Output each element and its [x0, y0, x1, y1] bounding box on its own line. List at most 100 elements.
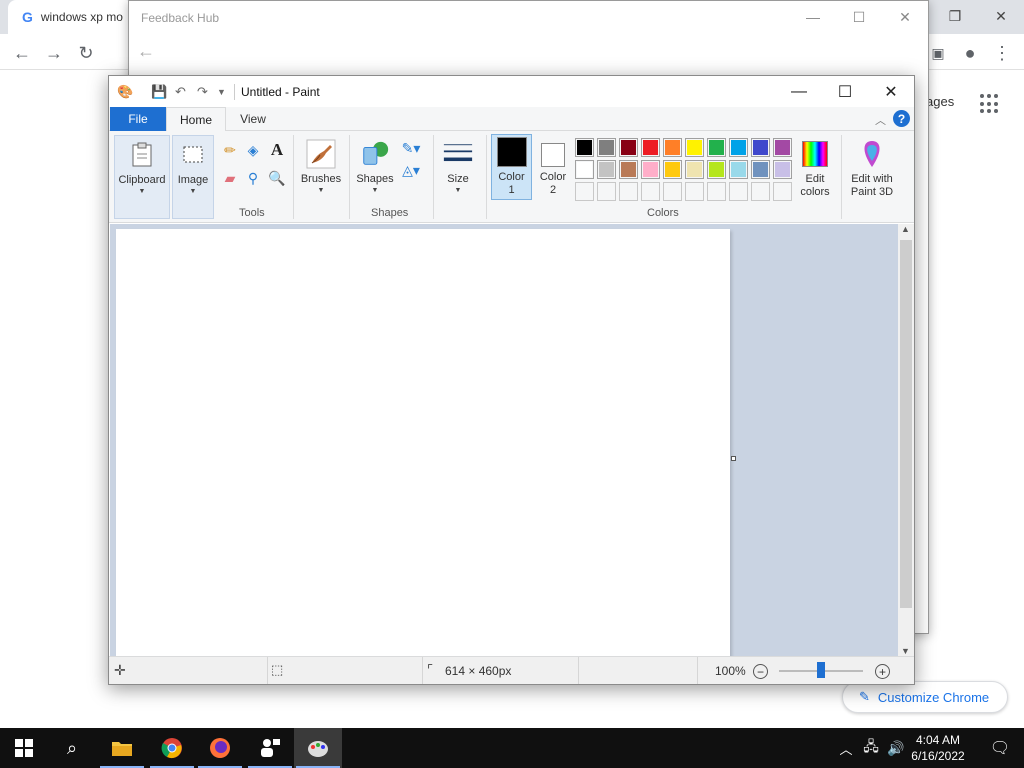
- palette-swatch-empty[interactable]: [707, 182, 726, 201]
- feedback-hub-title: Feedback Hub: [141, 11, 220, 25]
- palette-swatch-empty[interactable]: [729, 182, 748, 201]
- palette-swatch-empty[interactable]: [773, 182, 792, 201]
- help-icon[interactable]: ?: [893, 110, 910, 127]
- customize-qat-icon[interactable]: ▼: [217, 87, 226, 97]
- size-button[interactable]: Size ▼: [439, 135, 477, 196]
- palette-swatch[interactable]: [619, 138, 638, 157]
- zoom-out-icon[interactable]: −: [753, 664, 768, 679]
- text-icon[interactable]: A: [268, 140, 286, 159]
- palette-swatch[interactable]: [773, 160, 792, 179]
- palette-swatch[interactable]: [575, 160, 594, 179]
- back-icon[interactable]: ←: [137, 41, 155, 62]
- color-picker-icon[interactable]: ⚲: [244, 169, 262, 187]
- palette-swatch-empty[interactable]: [663, 182, 682, 201]
- palette-swatch[interactable]: [685, 138, 704, 157]
- volume-icon[interactable]: 🔊: [884, 728, 908, 768]
- color1-button[interactable]: Color 1: [491, 134, 532, 200]
- palette-swatch[interactable]: [597, 160, 616, 179]
- customize-chrome-button[interactable]: ✎ Customize Chrome: [842, 681, 1008, 713]
- shapes-button[interactable]: Shapes ▼: [353, 135, 397, 196]
- feedback-hub-icon[interactable]: [246, 728, 294, 768]
- image-button[interactable]: Image ▼: [172, 135, 214, 219]
- close-icon[interactable]: ✕: [882, 1, 928, 33]
- palette-swatch[interactable]: [707, 138, 726, 157]
- palette-swatch[interactable]: [751, 138, 770, 157]
- palette-swatch[interactable]: [575, 138, 594, 157]
- fill-shape-icon[interactable]: ◬▾: [399, 161, 423, 179]
- canvas-resize-handle[interactable]: [731, 456, 736, 461]
- paint-taskbar-icon[interactable]: [294, 728, 342, 768]
- zoom-slider-thumb[interactable]: [817, 662, 825, 678]
- palette-swatch[interactable]: [641, 160, 660, 179]
- search-icon[interactable]: ⌕: [48, 728, 96, 768]
- close-icon[interactable]: ✕: [978, 0, 1024, 32]
- minimize-icon[interactable]: —: [776, 76, 822, 107]
- eraser-icon[interactable]: ▰: [221, 169, 239, 187]
- menu-icon[interactable]: ⋮: [990, 42, 1014, 64]
- edit-colors-button[interactable]: Edit colors: [795, 135, 835, 199]
- chrome-tab[interactable]: G windows xp mo: [8, 0, 133, 34]
- vertical-scrollbar[interactable]: ▲ ▼: [898, 224, 914, 656]
- close-icon[interactable]: ✕: [868, 76, 914, 107]
- minimize-icon[interactable]: —: [790, 1, 836, 33]
- chrome-icon[interactable]: [148, 728, 196, 768]
- palette-swatch[interactable]: [729, 160, 748, 179]
- maximize-icon[interactable]: ☐: [822, 76, 868, 107]
- palette-swatch-empty[interactable]: [575, 182, 594, 201]
- restore-icon[interactable]: ❐: [932, 0, 978, 32]
- palette-swatch[interactable]: [663, 160, 682, 179]
- scroll-up-icon[interactable]: ▲: [901, 224, 910, 234]
- scrollbar-thumb[interactable]: [900, 240, 912, 608]
- reload-icon[interactable]: ↻: [74, 42, 98, 64]
- pencil-icon[interactable]: ✏: [221, 141, 239, 159]
- apps-grid-icon[interactable]: [980, 94, 1000, 114]
- maximize-icon[interactable]: ☐: [836, 1, 882, 33]
- palette-swatch[interactable]: [685, 160, 704, 179]
- zoom-in-icon[interactable]: +: [875, 664, 890, 679]
- forward-icon[interactable]: →: [42, 42, 66, 64]
- drawing-canvas[interactable]: [116, 229, 730, 657]
- redo-icon[interactable]: ↷: [197, 84, 208, 100]
- profile-icon[interactable]: ●: [958, 42, 982, 64]
- magnifier-icon[interactable]: 🔍: [268, 169, 286, 187]
- tab-home[interactable]: Home: [166, 107, 226, 132]
- sidepanel-icon[interactable]: ▣: [926, 42, 950, 64]
- palette-swatch[interactable]: [663, 138, 682, 157]
- notification-icon[interactable]: 🗨: [980, 728, 1020, 768]
- outline-icon[interactable]: ✎▾: [399, 139, 423, 157]
- firefox-icon[interactable]: [196, 728, 244, 768]
- brushes-button[interactable]: Brushes ▼: [297, 135, 345, 196]
- paint-app-icon[interactable]: 🎨: [117, 84, 133, 100]
- palette-swatch[interactable]: [729, 138, 748, 157]
- save-icon[interactable]: 💾: [151, 84, 167, 100]
- palette-swatch-empty[interactable]: [619, 182, 638, 201]
- network-icon[interactable]: 🖧: [858, 728, 884, 768]
- undo-icon[interactable]: ↶: [175, 84, 186, 100]
- palette-swatch[interactable]: [641, 138, 660, 157]
- show-hidden-icons-icon[interactable]: ︿: [834, 728, 858, 768]
- divider: [841, 135, 842, 219]
- edit-with-paint3d-button[interactable]: Edit with Paint 3D: [845, 135, 899, 199]
- tab-view[interactable]: View: [233, 107, 273, 131]
- palette-swatch-empty[interactable]: [597, 182, 616, 201]
- start-icon[interactable]: [0, 728, 48, 768]
- images-link[interactable]: ages: [926, 94, 954, 109]
- palette-swatch[interactable]: [597, 138, 616, 157]
- fill-icon[interactable]: ◈: [244, 141, 262, 159]
- palette-swatch[interactable]: [707, 160, 726, 179]
- collapse-ribbon-icon[interactable]: ︿: [875, 112, 886, 128]
- palette-swatch[interactable]: [773, 138, 792, 157]
- palette-swatch-empty[interactable]: [685, 182, 704, 201]
- tab-file[interactable]: File: [110, 107, 166, 131]
- file-explorer-icon[interactable]: [98, 728, 146, 768]
- taskbar-clock[interactable]: 4:04 AM 6/16/2022: [908, 732, 968, 764]
- palette-swatch[interactable]: [751, 160, 770, 179]
- palette-swatch-empty[interactable]: [751, 182, 770, 201]
- color2-button[interactable]: Color 2: [535, 135, 571, 197]
- clipboard-button[interactable]: Clipboard ▼: [114, 135, 170, 219]
- palette-swatch-empty[interactable]: [641, 182, 660, 201]
- back-icon[interactable]: ←: [10, 42, 34, 64]
- scroll-down-icon[interactable]: ▼: [901, 646, 910, 656]
- palette-swatch[interactable]: [619, 160, 638, 179]
- paint-window-controls: — ☐ ✕: [776, 76, 914, 107]
